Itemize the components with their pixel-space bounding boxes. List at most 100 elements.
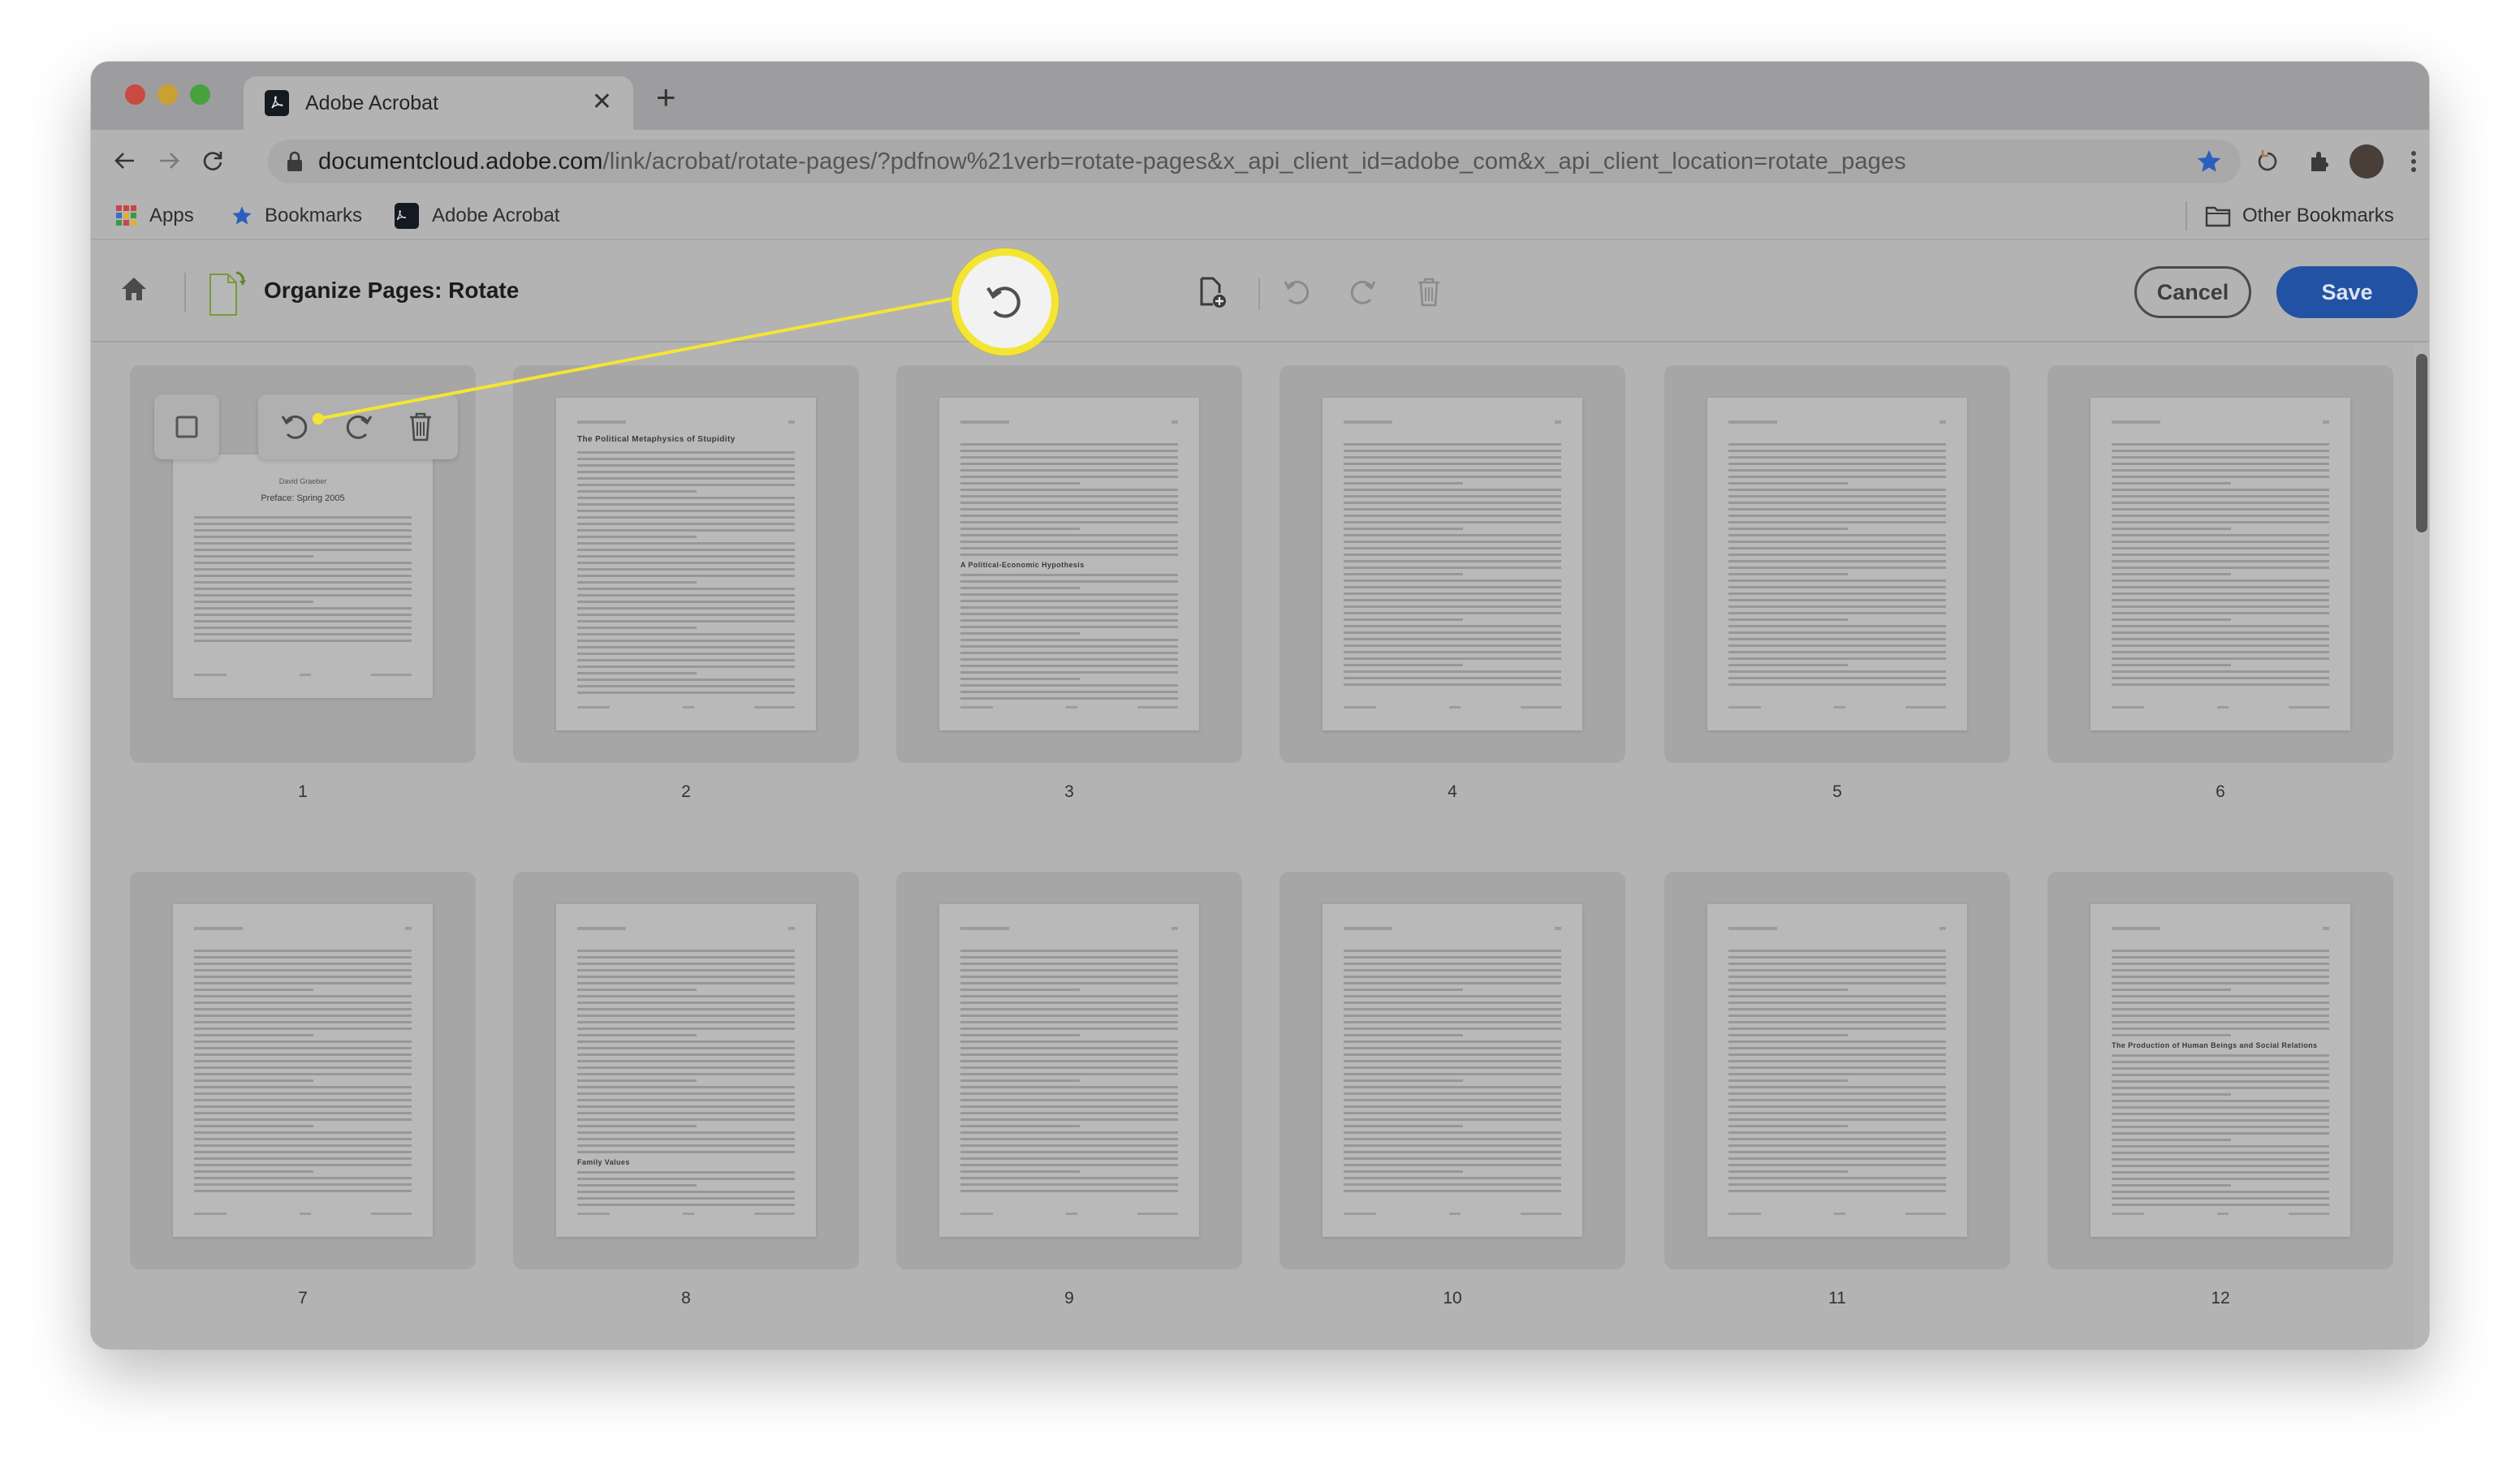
rotate-counterclockwise-icon[interactable] [1278, 273, 1317, 312]
page-preview [2091, 398, 2350, 730]
star-icon [232, 206, 252, 225]
page-thumbnail-frame[interactable]: The Production of Human Beings and Socia… [2048, 872, 2393, 1269]
page-thumbnail[interactable]: 6 [2048, 365, 2393, 802]
profile-avatar[interactable] [2350, 144, 2384, 179]
page-number-label: 9 [1064, 1289, 1074, 1307]
history-icon[interactable] [2252, 146, 2283, 177]
page-author: David Graeber [278, 477, 327, 485]
page-footer [577, 706, 795, 709]
other-bookmarks[interactable]: Other Bookmarks [2205, 203, 2394, 229]
page-preview [1323, 398, 1582, 730]
page-thumbnail-frame[interactable]: A Political-Economic Hypothesis [896, 365, 1242, 763]
acrobat-icon [265, 90, 289, 116]
home-icon[interactable] [120, 276, 148, 306]
delete-icon[interactable] [1409, 273, 1448, 312]
page-thumbnail-frame[interactable] [896, 872, 1242, 1269]
page-thumbnail-frame[interactable]: David Graeber Preface: Spring 2005 [130, 365, 476, 763]
page-running-header [577, 927, 795, 932]
page-preview [173, 904, 433, 1237]
page-footer [2112, 1213, 2329, 1216]
toolbar-divider [1258, 278, 1260, 310]
page-text-lines [1344, 950, 1561, 1196]
address-bar[interactable]: documentcloud.adobe.com/link/acrobat/rot… [268, 140, 2241, 183]
page-text-lines [1728, 950, 1946, 1196]
page-preview [939, 904, 1199, 1237]
page-thumbnail[interactable]: 11 [1664, 872, 2010, 1308]
page-thumbnail[interactable]: 7 [130, 872, 476, 1308]
page-number-label: 6 [2216, 782, 2225, 801]
page-thumbnail-frame[interactable] [130, 872, 476, 1269]
page-running-header [960, 420, 1178, 425]
page-thumbnail[interactable]: 5 [1664, 365, 2010, 802]
page-rotate-clockwise-button[interactable] [339, 407, 378, 446]
page-thumbnail-frame[interactable] [1664, 872, 2010, 1269]
page-thumbnail-frame[interactable] [1279, 365, 1625, 763]
page-thumbnail[interactable]: David Graeber Preface: Spring 2005 1 [130, 365, 476, 802]
page-thumbnail[interactable]: The Political Metaphysics of Stupidity 2 [513, 365, 859, 802]
page-footer [194, 1213, 412, 1216]
bookmark-apps[interactable]: Apps [115, 203, 194, 229]
page-preview [1707, 398, 1967, 730]
page-footer [1344, 1213, 1561, 1216]
insert-page-icon[interactable] [1193, 273, 1232, 312]
lock-icon [287, 151, 302, 171]
window-maximize-button[interactable] [190, 84, 210, 105]
page-thumbnail-frame[interactable] [1279, 872, 1625, 1269]
save-button[interactable]: Save [2276, 266, 2418, 318]
page-thumbnail[interactable]: 10 [1279, 872, 1625, 1308]
reload-icon[interactable] [196, 144, 229, 177]
page-thumbnail[interactable]: Family Values 8 [513, 872, 859, 1308]
page-section-heading: The Production of Human Beings and Socia… [2112, 1041, 2318, 1049]
arrow-right-icon[interactable] [153, 144, 185, 177]
plus-icon[interactable]: + [656, 80, 676, 114]
page-number-label: 8 [681, 1289, 691, 1307]
scrollbar-thumb[interactable] [2416, 354, 2427, 532]
page-rotate-counterclockwise-button[interactable] [276, 407, 315, 446]
rotate-clockwise-icon[interactable] [1343, 273, 1382, 312]
checkbox-icon [175, 416, 198, 438]
page-text-lines [960, 950, 1178, 1196]
window-close-button[interactable] [125, 84, 145, 105]
cancel-button[interactable]: Cancel [2134, 266, 2251, 318]
page-running-header [1728, 927, 1946, 932]
page-thumbnail-frame[interactable] [2048, 365, 2393, 763]
menu-kebab-icon[interactable] [2398, 146, 2429, 177]
page-number-label: 12 [2211, 1289, 2230, 1307]
vertical-scrollbar[interactable] [2413, 344, 2429, 1349]
browser-tab-adobe-acrobat[interactable]: Adobe Acrobat ✕ [244, 76, 633, 130]
page-running-header [2112, 927, 2329, 932]
bookmark-star-icon[interactable] [2195, 148, 2223, 179]
page-section-heading: Family Values [577, 1158, 630, 1166]
highlighted-rotate-counterclockwise-button[interactable] [951, 248, 1059, 355]
close-icon[interactable]: ✕ [592, 89, 612, 115]
page-thumbnail[interactable]: 4 [1279, 365, 1625, 802]
header-divider [184, 273, 186, 312]
page-running-header [194, 927, 412, 932]
arrow-left-icon[interactable] [109, 144, 141, 177]
page-preview [1707, 904, 1967, 1237]
page-preview: A Political-Economic Hypothesis [939, 398, 1199, 730]
bookmark-adobe-acrobat[interactable]: Adobe Acrobat [395, 203, 559, 229]
page-delete-button[interactable] [401, 407, 440, 446]
delete-icon [409, 412, 431, 442]
rotate-counterclockwise-icon [282, 415, 308, 439]
extensions-icon[interactable] [2304, 146, 2335, 177]
page-text-lines [194, 950, 412, 1196]
window-minimize-button[interactable] [158, 84, 178, 105]
bookmark-bookmarks[interactable]: Bookmarks [231, 203, 362, 229]
page-thumbnail-frame[interactable]: The Political Metaphysics of Stupidity [513, 365, 859, 763]
apps-grid-icon [116, 205, 136, 226]
rotate-counterclockwise-icon [986, 286, 1021, 318]
page-thumbnail[interactable]: The Production of Human Beings and Socia… [2048, 872, 2393, 1308]
page-running-header [960, 927, 1178, 932]
page-thumbnail-frame[interactable] [1664, 365, 2010, 763]
page-thumbnail-frame[interactable]: Family Values [513, 872, 859, 1269]
page-running-header [2112, 420, 2329, 425]
page-thumbnail[interactable]: A Political-Economic Hypothesis 3 [896, 365, 1242, 802]
folder-icon [2205, 206, 2231, 227]
bookmarks-bar: Apps Bookmarks Adobe Acrobat Other Bookm… [91, 193, 2429, 240]
page-text-lines [577, 451, 795, 698]
page-select-checkbox[interactable] [154, 394, 219, 459]
page-thumbnail[interactable]: 9 [896, 872, 1242, 1308]
page-number-label: 1 [298, 782, 308, 801]
